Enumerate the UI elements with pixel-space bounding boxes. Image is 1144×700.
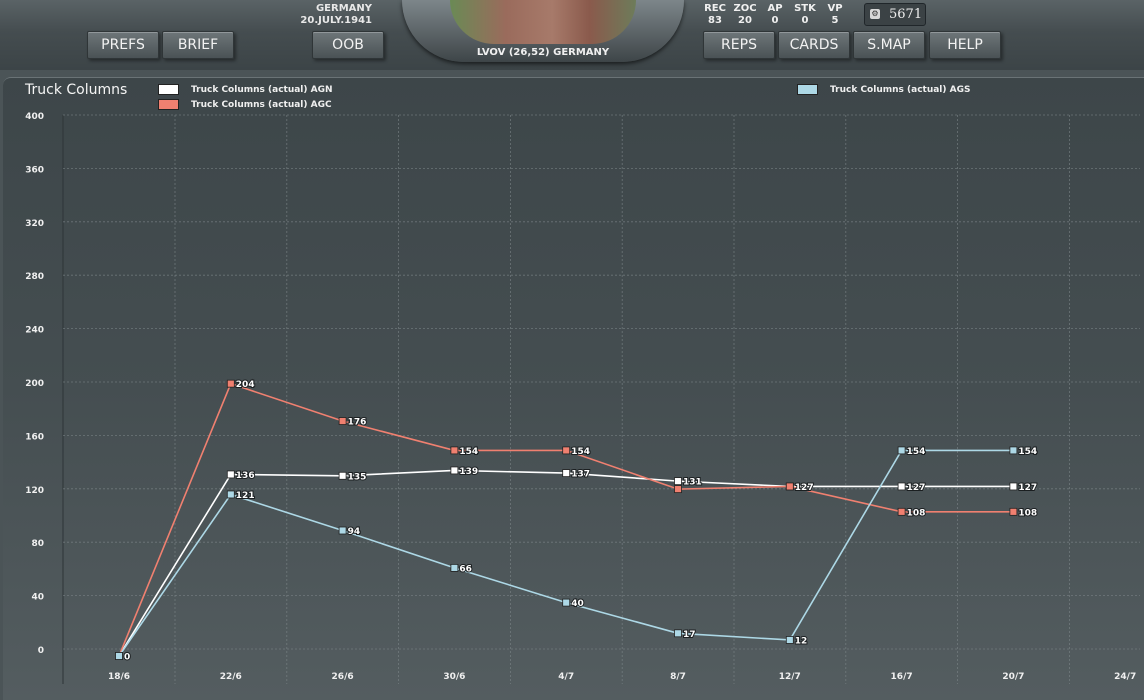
x-tick-label: 8/7 xyxy=(670,672,686,682)
x-tick-label: 26/6 xyxy=(332,672,354,682)
data-label: 136 xyxy=(236,471,255,481)
x-tick-label: 18/6 xyxy=(108,672,130,682)
data-point xyxy=(562,446,571,455)
data-point xyxy=(562,469,571,478)
data-point xyxy=(785,636,794,644)
x-tick-label: 22/6 xyxy=(220,672,242,682)
data-point xyxy=(1009,446,1018,455)
data-point xyxy=(450,466,459,475)
series-line-1 xyxy=(118,382,1014,657)
data-label: 131 xyxy=(683,478,702,488)
y-tick-label: 80 xyxy=(31,539,44,549)
data-label: 0 xyxy=(124,653,130,663)
x-tick-label: 16/7 xyxy=(891,672,913,682)
y-tick-label: 160 xyxy=(25,432,44,442)
data-label: 40 xyxy=(571,599,584,609)
data-point xyxy=(450,563,459,572)
data-point xyxy=(226,379,235,388)
data-point xyxy=(338,417,347,425)
x-tick-label: 12/7 xyxy=(779,672,801,682)
data-label: 121 xyxy=(236,491,255,501)
data-label: 154 xyxy=(1018,447,1037,457)
data-point xyxy=(338,471,347,480)
data-point xyxy=(897,507,906,516)
x-tick-label: 20/7 xyxy=(1002,672,1024,682)
data-point xyxy=(674,477,682,486)
y-tick-label: 200 xyxy=(25,379,44,389)
y-tick-label: 400 xyxy=(25,112,44,122)
y-tick-label: 240 xyxy=(25,326,44,336)
data-label: 94 xyxy=(348,527,361,537)
data-label: 127 xyxy=(907,483,926,493)
data-label: 17 xyxy=(683,630,696,640)
data-point xyxy=(785,482,794,491)
data-label: 108 xyxy=(907,508,926,518)
data-label: 137 xyxy=(571,470,590,480)
data-label: 66 xyxy=(459,564,472,574)
truck-columns-chart: 0408012016020024028032036040018/6 22/6 26/… xyxy=(25,112,1140,684)
data-label: 127 xyxy=(795,483,814,493)
y-tick-label: 0 xyxy=(38,646,44,656)
data-label: 135 xyxy=(348,472,367,482)
data-label: 176 xyxy=(348,418,367,428)
y-tick-label: 40 xyxy=(31,593,44,603)
data-point xyxy=(450,446,459,455)
data-point xyxy=(674,485,682,494)
data-point xyxy=(226,490,235,499)
data-label: 12 xyxy=(795,636,808,646)
y-tick-label: 320 xyxy=(25,219,44,229)
series-line-2 xyxy=(118,449,1014,657)
data-point xyxy=(897,482,906,491)
data-label: 154 xyxy=(571,447,590,457)
data-label: 154 xyxy=(907,447,926,457)
data-label: 154 xyxy=(459,447,478,457)
x-tick-label: 24/7 xyxy=(1114,672,1136,682)
data-point xyxy=(897,446,906,455)
data-point xyxy=(226,470,235,479)
data-point xyxy=(562,598,571,607)
y-tick-label: 280 xyxy=(25,272,44,282)
data-point xyxy=(338,526,347,535)
data-point xyxy=(1009,482,1018,491)
x-tick-label: 30/6 xyxy=(443,672,465,682)
data-point xyxy=(674,629,682,638)
data-label: 139 xyxy=(459,467,478,477)
data-label: 108 xyxy=(1018,508,1037,518)
data-point xyxy=(115,652,123,660)
data-label: 204 xyxy=(236,380,255,390)
data-label: 127 xyxy=(1018,483,1037,493)
y-tick-label: 120 xyxy=(25,486,44,496)
data-point xyxy=(1009,507,1018,516)
x-tick-label: 4/7 xyxy=(558,672,574,682)
y-tick-label: 360 xyxy=(25,165,44,175)
